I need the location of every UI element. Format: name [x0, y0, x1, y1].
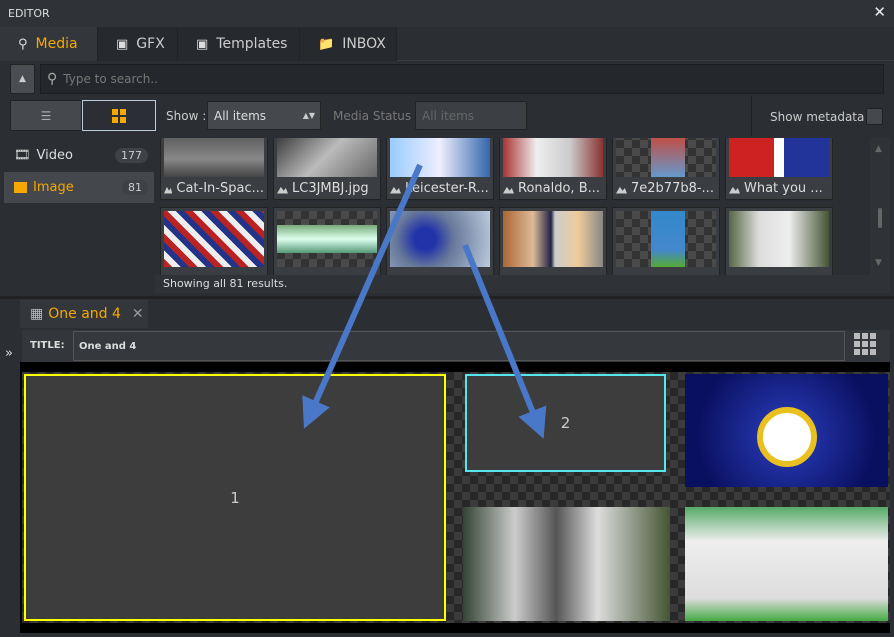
drag-arrow-2	[462, 243, 547, 439]
drag-arrows-overlay	[302, 163, 547, 439]
drag-arrow-1	[302, 163, 423, 429]
